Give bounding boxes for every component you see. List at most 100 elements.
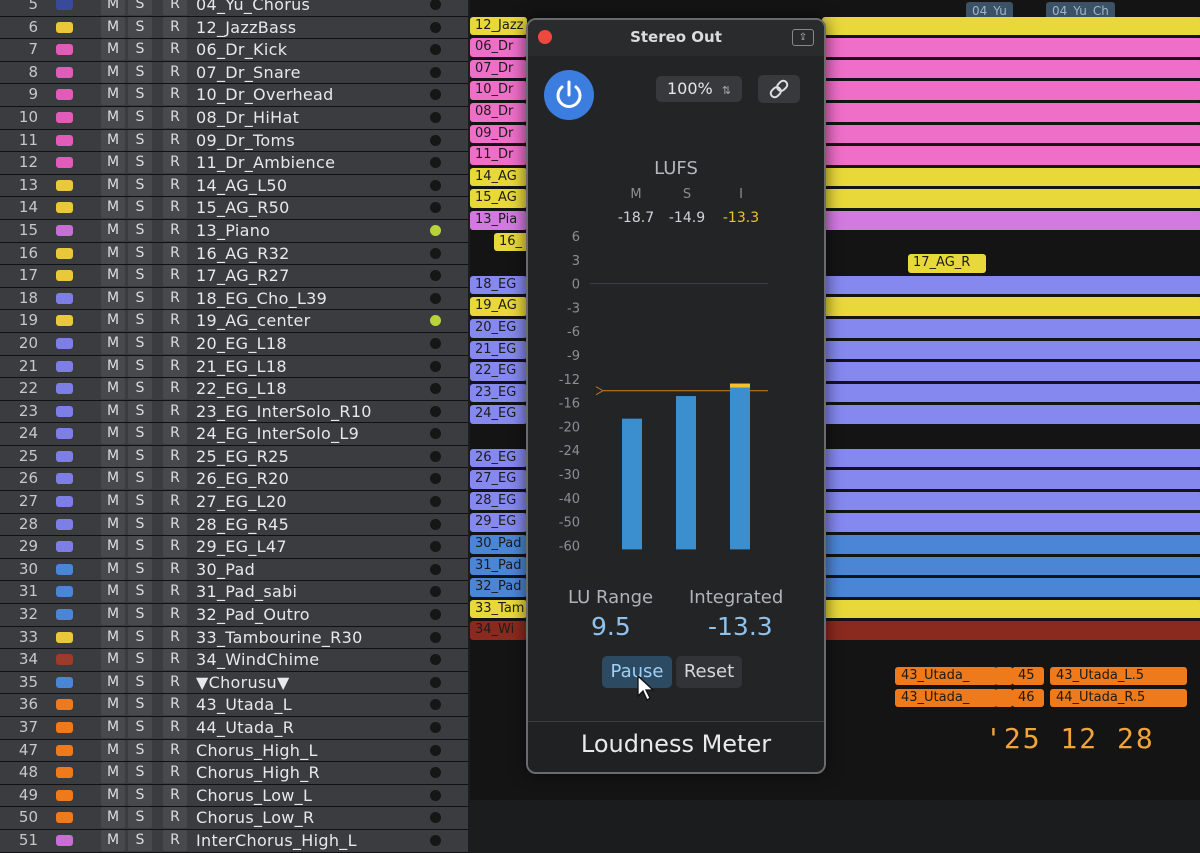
region-label[interactable]: 06_Dr <box>470 38 527 57</box>
region-label[interactable]: 29_EG <box>470 513 527 532</box>
region-bar[interactable] <box>822 275 1200 295</box>
solo-button[interactable]: S <box>128 265 152 287</box>
track-name[interactable]: 07_Dr_Snare <box>196 62 301 83</box>
mute-button[interactable]: M <box>101 649 125 671</box>
track-row[interactable]: 11 M S R 09_Dr_Toms <box>0 129 468 153</box>
track-name[interactable]: 27_EG_L20 <box>196 491 287 512</box>
record-button[interactable]: R <box>163 355 187 377</box>
solo-button[interactable]: S <box>128 0 152 15</box>
track-row[interactable]: 34 M S R 34_WindChime <box>0 649 468 672</box>
mute-button[interactable]: M <box>101 39 125 61</box>
region-label[interactable]: 13_Pia <box>470 211 527 230</box>
record-button[interactable]: R <box>163 762 187 784</box>
record-button[interactable]: R <box>163 152 187 174</box>
solo-button[interactable]: S <box>128 310 152 332</box>
track-name[interactable]: 13_Piano <box>196 220 270 241</box>
region-label[interactable]: 32_Pad <box>470 578 527 597</box>
track-name[interactable]: 28_EG_R45 <box>196 514 289 535</box>
region-bar[interactable] <box>822 405 1200 424</box>
record-button[interactable]: R <box>163 16 187 38</box>
record-button[interactable]: R <box>163 423 187 445</box>
audio-clip[interactable]: 46 <box>1012 689 1044 707</box>
track-name[interactable]: ▼Chorusu▼ <box>196 672 290 693</box>
region-bar[interactable] <box>822 383 1200 403</box>
mute-button[interactable]: M <box>101 784 125 806</box>
mute-button[interactable]: M <box>101 604 125 626</box>
audio-clip[interactable]: 43_Utada_ <box>895 667 997 685</box>
solo-button[interactable]: S <box>128 626 152 648</box>
track-row[interactable]: 25 M S R 25_EG_R25 <box>0 445 468 469</box>
record-button[interactable]: R <box>163 649 187 671</box>
region-label[interactable]: 07_Dr <box>470 59 527 79</box>
region-bar[interactable] <box>822 535 1200 554</box>
region-label[interactable]: 17_AG_R <box>908 254 986 273</box>
record-button[interactable]: R <box>163 468 187 490</box>
solo-button[interactable]: S <box>128 581 152 603</box>
record-button[interactable]: R <box>163 242 187 264</box>
region-label[interactable]: 27_EG <box>470 470 527 489</box>
solo-button[interactable]: S <box>128 491 152 513</box>
audio-clip[interactable] <box>995 689 1013 707</box>
mute-button[interactable]: M <box>101 513 125 535</box>
track-row[interactable]: 27 M S R 27_EG_L20 <box>0 491 468 514</box>
track-name[interactable]: 15_AG_R50 <box>196 197 290 218</box>
region-bar[interactable] <box>822 513 1200 532</box>
track-name[interactable]: 10_Dr_Overhead <box>196 84 334 105</box>
record-button[interactable]: R <box>163 0 187 15</box>
region-label[interactable]: 14_AG <box>470 167 527 187</box>
track-name[interactable]: Chorus_High_L <box>196 740 318 761</box>
solo-button[interactable]: S <box>128 84 152 106</box>
solo-button[interactable]: S <box>128 355 152 377</box>
audio-clip[interactable]: 43_Utada_L.5 <box>1050 667 1187 685</box>
record-button[interactable]: R <box>163 717 187 738</box>
reset-button[interactable]: Reset <box>676 656 742 688</box>
track-name[interactable]: 06_Dr_Kick <box>196 39 287 60</box>
mute-button[interactable]: M <box>101 310 125 332</box>
track-name[interactable]: 29_EG_L47 <box>196 536 287 557</box>
solo-button[interactable]: S <box>128 762 152 784</box>
solo-button[interactable]: S <box>128 61 152 83</box>
solo-button[interactable]: S <box>128 174 152 196</box>
track-name[interactable]: 17_AG_R27 <box>196 265 290 286</box>
region-label[interactable]: 15_AG <box>470 189 527 208</box>
solo-button[interactable]: S <box>128 197 152 219</box>
solo-button[interactable]: S <box>128 807 152 829</box>
record-button[interactable]: R <box>163 197 187 219</box>
region-label[interactable]: 19_AG <box>470 297 527 316</box>
track-name[interactable]: 12_JazzBass <box>196 17 296 38</box>
track-name[interactable]: 22_EG_L18 <box>196 378 287 399</box>
track-row[interactable]: 23 M S R 23_EG_InterSolo_R10 <box>0 400 468 424</box>
track-row[interactable]: 28 M S R 28_EG_R45 <box>0 513 468 537</box>
audio-clip[interactable]: 45 <box>1012 667 1044 685</box>
audio-clip[interactable]: 44_Utada_R.5 <box>1050 689 1187 707</box>
region-bar[interactable] <box>822 340 1200 360</box>
record-button[interactable]: R <box>163 604 187 626</box>
track-row[interactable]: 20 M S R 20_EG_L18 <box>0 332 468 356</box>
region-bar[interactable] <box>822 470 1200 489</box>
region-label[interactable]: 22_EG <box>470 362 527 381</box>
track-row[interactable]: 29 M S R 29_EG_L47 <box>0 536 468 559</box>
track-name[interactable]: 08_Dr_HiHat <box>196 107 299 128</box>
mute-button[interactable]: M <box>101 378 125 400</box>
mute-button[interactable]: M <box>101 16 125 38</box>
solo-button[interactable]: S <box>128 152 152 174</box>
record-button[interactable]: R <box>163 84 187 106</box>
mute-button[interactable]: M <box>101 717 125 738</box>
region-label[interactable]: 28_EG <box>470 491 527 511</box>
region-bar[interactable] <box>822 362 1200 381</box>
record-button[interactable]: R <box>163 626 187 648</box>
solo-button[interactable]: S <box>128 739 152 761</box>
target-marker-icon[interactable] <box>595 386 605 396</box>
record-button[interactable]: R <box>163 310 187 332</box>
mute-button[interactable]: M <box>101 626 125 648</box>
mute-button[interactable]: M <box>101 106 125 128</box>
solo-button[interactable]: S <box>128 829 152 851</box>
record-button[interactable]: R <box>163 491 187 513</box>
region-label[interactable]: 30_Pad <box>470 535 527 554</box>
track-row[interactable]: 10 M S R 08_Dr_HiHat <box>0 106 468 130</box>
solo-button[interactable]: S <box>128 784 152 806</box>
mute-button[interactable]: M <box>101 355 125 377</box>
mute-button[interactable]: M <box>101 61 125 83</box>
track-row[interactable]: 32 M S R 32_Pad_Outro <box>0 604 468 627</box>
region-bar[interactable] <box>822 81 1200 100</box>
